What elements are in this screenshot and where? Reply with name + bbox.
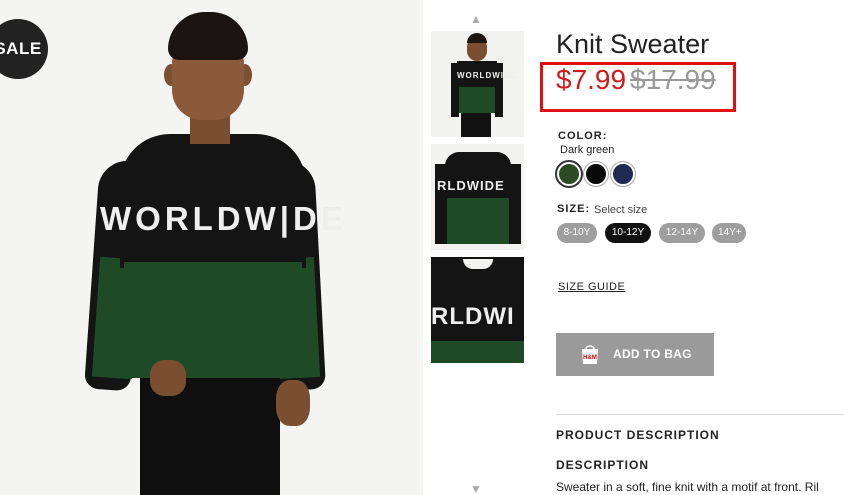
- add-to-bag-button[interactable]: H&M ADD TO BAG: [556, 333, 714, 376]
- main-product-image[interactable]: SALE WORLDW|DE: [0, 0, 423, 495]
- shopping-bag-icon: H&M: [582, 345, 598, 364]
- size-option-14y-plus[interactable]: 14Y+: [712, 223, 746, 243]
- description-text: Sweater in a soft, fine knit with a moti…: [556, 480, 819, 494]
- thumbnail-1[interactable]: WORLDWIDE: [431, 31, 524, 137]
- thumbnail-3[interactable]: RLDWI: [431, 257, 524, 363]
- thumbnail-2[interactable]: RLDWIDE: [431, 144, 524, 250]
- product-title: Knit Sweater: [556, 29, 710, 59]
- original-price: $17.99: [630, 64, 716, 95]
- size-label: SIZE:: [557, 203, 591, 215]
- swatch-dark-green[interactable]: [555, 160, 583, 188]
- sweater-motif-text: WORLDW|DE: [100, 200, 347, 237]
- description-heading: DESCRIPTION: [556, 458, 650, 472]
- swatch-navy[interactable]: [610, 161, 636, 187]
- brand-mark: H&M: [583, 355, 597, 361]
- sale-price: $7.99: [556, 64, 627, 95]
- color-value: Dark green: [560, 144, 615, 156]
- model-figure: WORLDW|DE: [0, 0, 423, 495]
- color-label: COLOR:: [558, 130, 608, 142]
- section-divider: [556, 414, 844, 415]
- size-option-10-12y[interactable]: 10-12Y: [605, 223, 651, 243]
- size-option-12-14y[interactable]: 12-14Y: [659, 223, 705, 243]
- size-option-8-10y[interactable]: 8-10Y: [557, 223, 597, 243]
- size-guide-link[interactable]: SIZE GUIDE: [558, 281, 625, 293]
- size-hint: Select size: [594, 204, 648, 216]
- thumbnails-up-arrow-icon[interactable]: ▲: [470, 12, 482, 26]
- add-to-bag-label: ADD TO BAG: [613, 347, 692, 361]
- product-description-heading[interactable]: PRODUCT DESCRIPTION: [556, 428, 720, 442]
- thumbnails-down-arrow-icon[interactable]: ▼: [470, 482, 482, 495]
- swatch-black[interactable]: [583, 161, 609, 187]
